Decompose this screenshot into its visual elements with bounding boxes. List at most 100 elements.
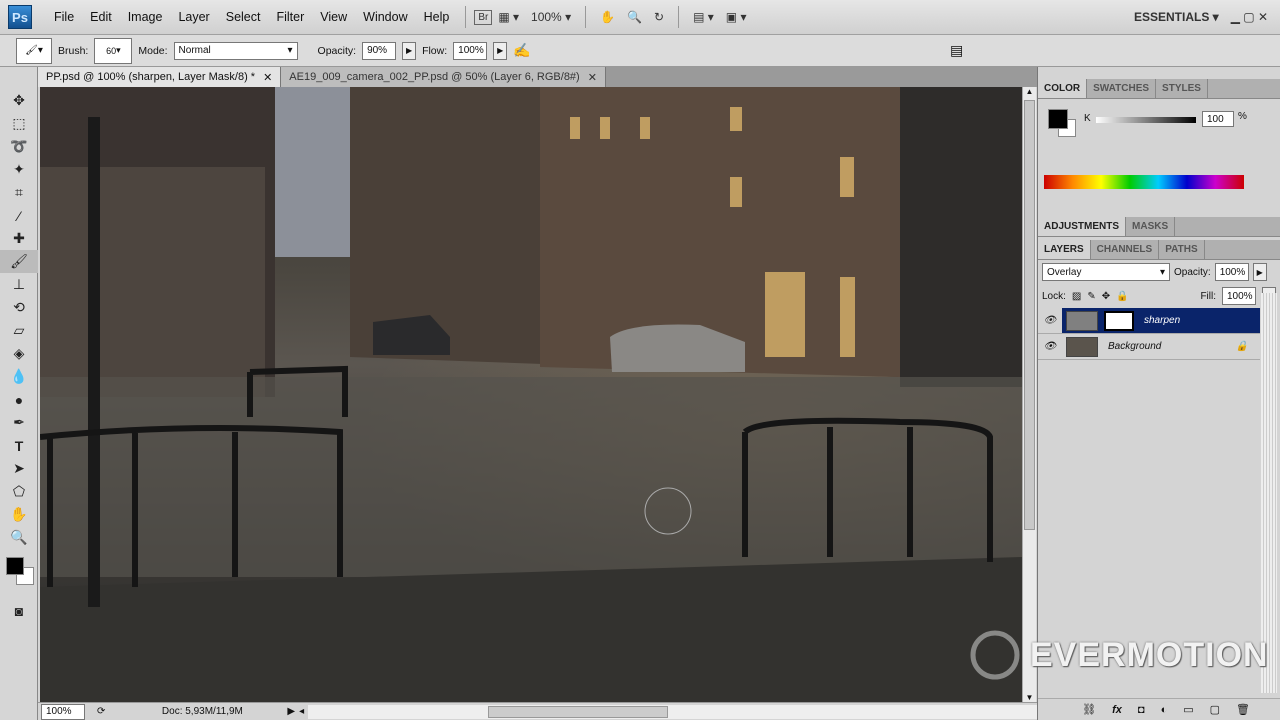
visibility-eye-icon[interactable]: 👁	[1038, 308, 1062, 333]
lock-position-icon[interactable]: ✥	[1102, 291, 1110, 302]
tab-ae19-camera[interactable]: AE19_009_camera_002_PP.psd @ 50% (Layer …	[281, 67, 606, 87]
mode-select[interactable]: Normal ▾	[173, 41, 298, 60]
vertical-scrollbar[interactable]: ▲ ▼	[1022, 87, 1036, 702]
paint-bucket-tool-icon[interactable]: ◈	[0, 342, 38, 365]
blend-mode-select[interactable]: Overlay ▾	[1042, 263, 1170, 281]
magic-wand-tool-icon[interactable]: ✦	[0, 158, 38, 181]
document-canvas[interactable]	[40, 87, 1022, 702]
path-selection-tool-icon[interactable]: ➤	[0, 457, 38, 480]
flow-input[interactable]: 100%	[453, 41, 488, 60]
zoom-input[interactable]: 100%	[41, 703, 85, 720]
new-layer-icon[interactable]: ▢	[1210, 703, 1220, 716]
menu-filter[interactable]: Filter	[268, 10, 312, 24]
menu-layer[interactable]: Layer	[170, 10, 217, 24]
hscroll-left-arrow[interactable]: ◂	[299, 706, 304, 717]
eraser-tool-icon[interactable]: ▱	[0, 319, 38, 342]
layers-scrollbar[interactable]	[1261, 293, 1277, 693]
lock-transparent-icon[interactable]: ▨	[1072, 291, 1081, 302]
dodge-tool-icon[interactable]: ●	[0, 388, 38, 411]
brushes-panel-icon[interactable]: ▤	[950, 42, 963, 59]
adjustment-layer-icon[interactable]: ◐	[1161, 704, 1168, 716]
menu-select[interactable]: Select	[218, 10, 269, 24]
menu-window[interactable]: Window	[355, 10, 415, 24]
pen-tool-icon[interactable]: ✒	[0, 411, 38, 434]
k-slider[interactable]	[1096, 117, 1196, 123]
brush-tool-icon[interactable]: 🖌	[0, 250, 38, 273]
foreground-color-swatch[interactable]	[6, 557, 24, 575]
menu-file[interactable]: File	[46, 10, 82, 24]
k-value-input[interactable]: 100	[1202, 111, 1234, 127]
hand-tool-icon[interactable]: ✋	[0, 503, 38, 526]
color-spectrum-bar[interactable]	[1044, 175, 1244, 189]
opacity-slider-button[interactable]: ▶	[402, 41, 417, 60]
tab-styles[interactable]: STYLES	[1156, 79, 1208, 98]
visibility-eye-icon[interactable]: 👁	[1038, 341, 1062, 352]
history-brush-tool-icon[interactable]: ⟲	[0, 296, 38, 319]
zoom-tool-icon[interactable]: 🔍	[0, 526, 38, 549]
zoom-tool-icon[interactable]: 🔍	[621, 10, 648, 24]
workspace-switcher[interactable]: ESSENTIALS ▾	[1128, 10, 1225, 24]
blur-tool-icon[interactable]: 💧	[0, 365, 38, 388]
status-menu-arrow[interactable]: ▶	[287, 706, 295, 717]
tab-paths[interactable]: PATHS	[1159, 240, 1205, 259]
status-icon[interactable]: ⟳	[97, 706, 105, 717]
menu-edit[interactable]: Edit	[82, 10, 120, 24]
tab-layers[interactable]: LAYERS	[1038, 240, 1091, 259]
add-mask-icon[interactable]: ◘	[1138, 704, 1145, 716]
view-extras-button[interactable]: ▦ ▾	[492, 10, 525, 24]
horizontal-scrollbar[interactable]	[308, 704, 1037, 719]
tab-masks[interactable]: MASKS	[1126, 217, 1176, 236]
menu-help[interactable]: Help	[416, 10, 458, 24]
tab-color[interactable]: COLOR	[1038, 79, 1088, 98]
rotate-view-icon[interactable]: ↻	[648, 10, 670, 24]
fill-input[interactable]: 100%	[1222, 287, 1256, 305]
tab-pp-psd[interactable]: PP.psd @ 100% (sharpen, Layer Mask/8) * ✕	[38, 67, 282, 87]
healing-brush-tool-icon[interactable]: ✚	[0, 227, 38, 250]
screen-mode-button[interactable]: ▣ ▾	[720, 10, 753, 24]
layers-footer: ⛓ fx ◘ ◐ ▭ ▢ 🗑	[1038, 698, 1280, 720]
menu-image[interactable]: Image	[120, 10, 171, 24]
menu-view[interactable]: View	[312, 10, 355, 24]
crop-tool-icon[interactable]: ⌗	[0, 181, 38, 204]
window-controls[interactable]: ▁ ▢ ✕	[1225, 10, 1274, 24]
lasso-tool-icon[interactable]: ➰	[0, 135, 38, 158]
layer-row-sharpen[interactable]: 👁 sharpen	[1038, 308, 1260, 334]
foreground-color-swatch[interactable]	[1048, 109, 1068, 129]
airbrush-icon[interactable]: ✍	[513, 42, 530, 59]
lock-image-icon[interactable]: ✎	[1087, 291, 1095, 302]
scroll-thumb[interactable]	[1024, 100, 1035, 530]
tab-channels[interactable]: CHANNELS	[1091, 240, 1160, 259]
hscroll-thumb[interactable]	[488, 705, 669, 718]
eyedropper-tool-icon[interactable]: ⁄	[0, 204, 38, 227]
lock-all-icon[interactable]: 🔒	[1116, 291, 1128, 302]
link-layers-icon[interactable]: ⛓	[1082, 703, 1096, 716]
layer-style-icon[interactable]: fx	[1112, 704, 1122, 716]
move-tool-icon[interactable]: ✥	[0, 89, 38, 112]
layer-opacity-arrow[interactable]: ▶	[1252, 263, 1267, 281]
tab-swatches[interactable]: SWATCHES	[1087, 79, 1157, 98]
layer-mask-thumbnail[interactable]	[1104, 310, 1134, 331]
hand-tool-icon[interactable]: ✋	[594, 10, 621, 24]
quick-mask-icon[interactable]: ◙	[0, 599, 38, 622]
scroll-down-arrow[interactable]: ▼	[1023, 693, 1036, 702]
type-tool-icon[interactable]: T	[0, 434, 38, 457]
flow-slider-button[interactable]: ▶	[493, 41, 508, 60]
new-group-icon[interactable]: ▭	[1183, 703, 1193, 716]
delete-layer-icon[interactable]: 🗑	[1236, 703, 1250, 716]
arrange-documents-button[interactable]: ▤ ▾	[687, 10, 720, 24]
layer-row-background[interactable]: 👁 Background 🔒	[1038, 334, 1260, 360]
layer-opacity-input[interactable]: 100%	[1214, 263, 1249, 281]
bridge-button[interactable]: Br	[474, 9, 493, 25]
scroll-up-arrow[interactable]: ▲	[1023, 87, 1036, 96]
close-icon[interactable]: ✕	[263, 71, 272, 84]
opacity-input[interactable]: 90%	[362, 41, 397, 60]
close-icon[interactable]: ✕	[588, 71, 597, 84]
color-swatches[interactable]	[0, 549, 37, 599]
tab-adjustments[interactable]: ADJUSTMENTS	[1038, 217, 1127, 236]
clone-stamp-tool-icon[interactable]: ⊥	[0, 273, 38, 296]
brush-tool-preset-icon[interactable]: 🖌▾	[16, 37, 52, 64]
marquee-tool-icon[interactable]: ⬚	[0, 112, 38, 135]
brush-picker[interactable]: 60 ▾	[94, 37, 133, 64]
shape-tool-icon[interactable]: ⬠	[0, 480, 38, 503]
zoom-level-dropdown[interactable]: 100% ▾	[525, 10, 577, 24]
